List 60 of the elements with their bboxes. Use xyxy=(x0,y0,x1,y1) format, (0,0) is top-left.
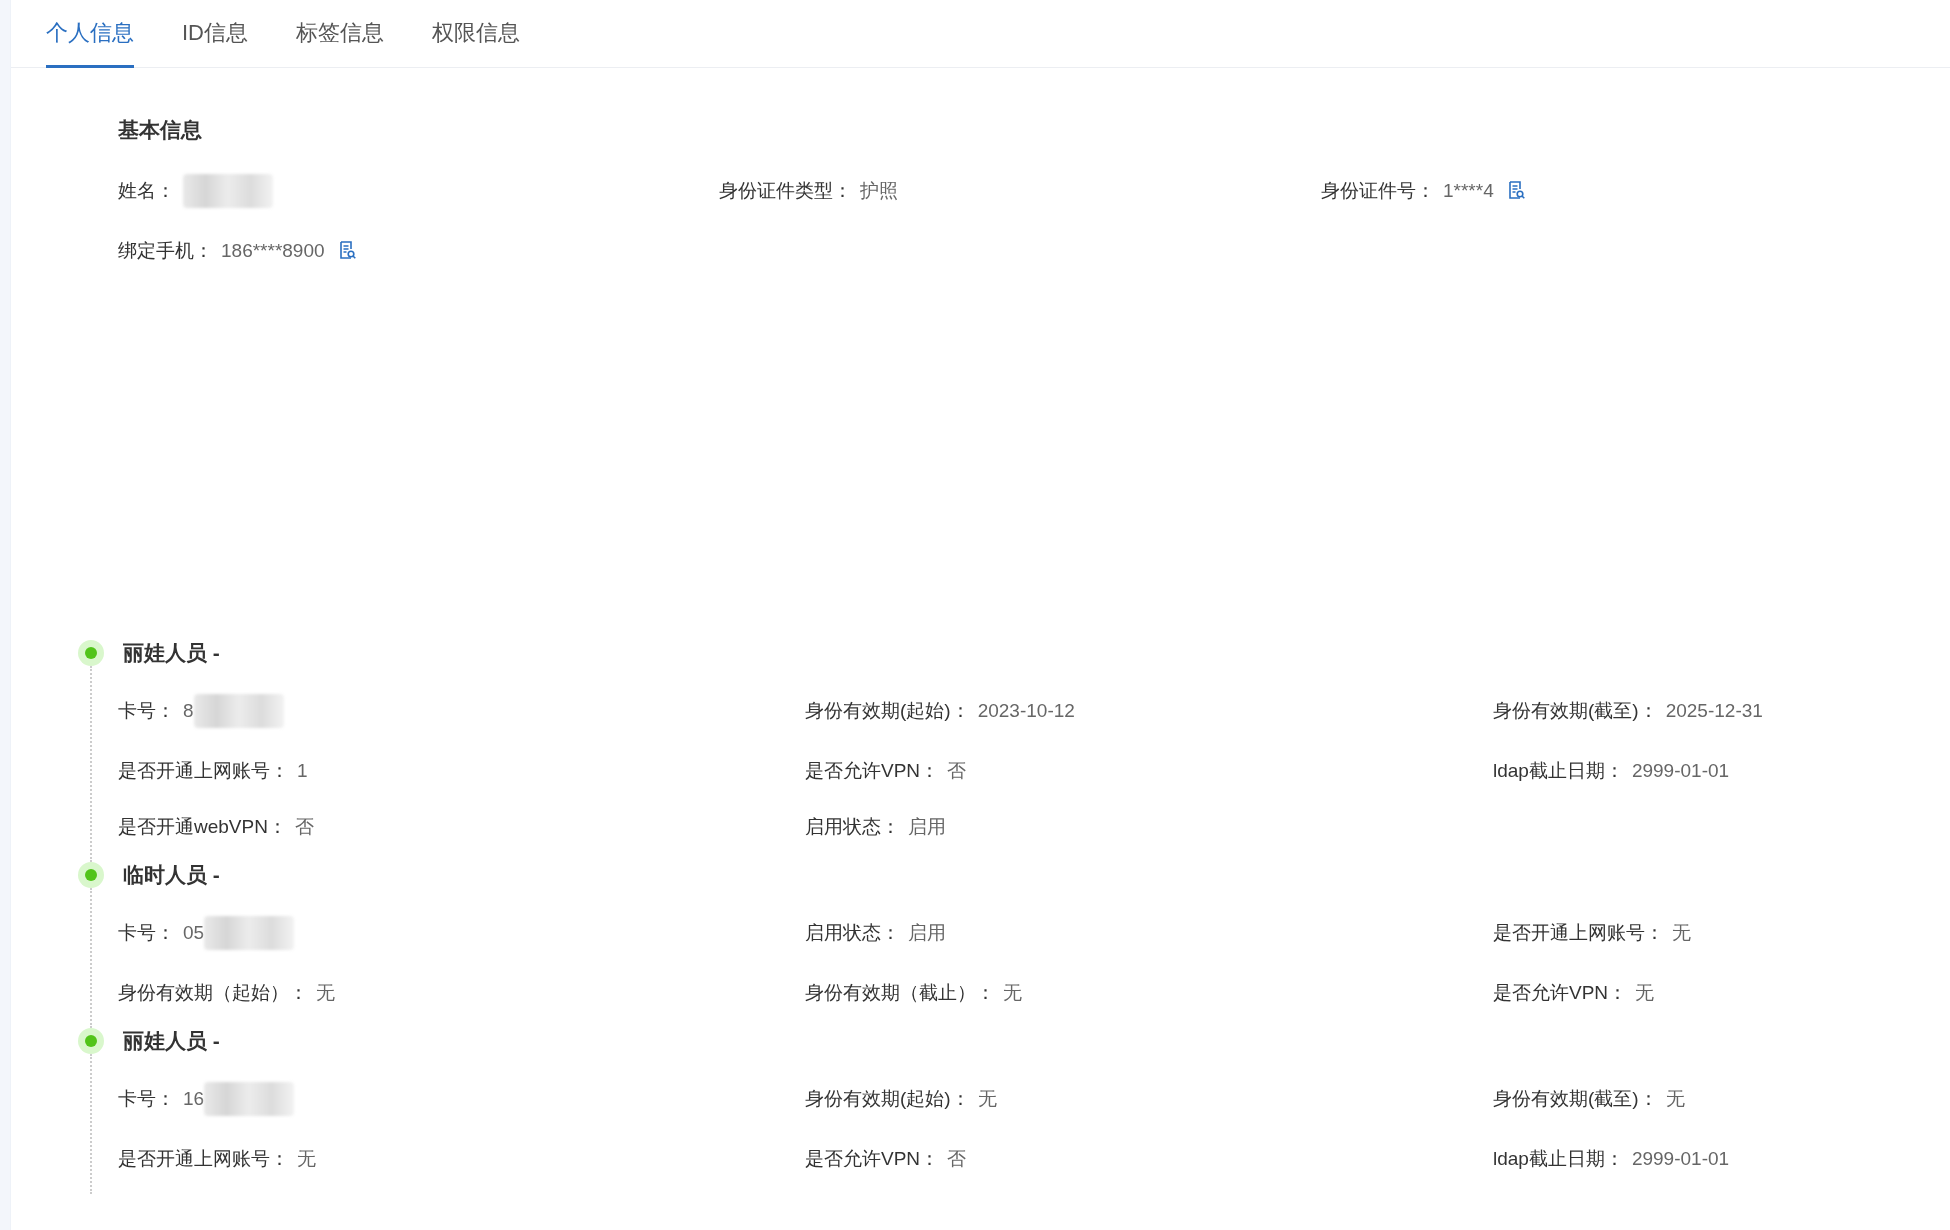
document-search-icon[interactable] xyxy=(338,241,356,260)
field-value: 无 xyxy=(316,980,335,1005)
field-value: 无 xyxy=(1672,920,1691,945)
group-title: 临时人员 - xyxy=(123,861,220,888)
field-value: 2023-10-12 xyxy=(977,698,1075,723)
field-label: 身份有效期(截至)： xyxy=(1493,1086,1658,1111)
field-label: 身份有效期(截至)： xyxy=(1493,698,1658,723)
field-value: 16 xyxy=(183,1086,205,1111)
timeline-dot xyxy=(78,861,104,888)
field-value: 否 xyxy=(294,814,314,839)
document-search-icon[interactable] xyxy=(1507,181,1525,200)
field-label: 身份证件类型： xyxy=(719,178,852,203)
field-value: 无 xyxy=(977,1086,997,1111)
field-label: 是否允许VPN： xyxy=(805,758,940,783)
field-label: 是否开通上网账号： xyxy=(1493,920,1664,945)
field-value: 2999-01-01 xyxy=(1631,758,1730,783)
field-label: 身份有效期（截止）： xyxy=(805,980,995,1005)
field-label: ldap截止日期： xyxy=(1493,758,1624,783)
field-label: 是否允许VPN： xyxy=(1493,980,1628,1005)
field-value: 否 xyxy=(947,1146,967,1171)
field-value: 启用 xyxy=(908,814,946,839)
field-value: 2999-01-01 xyxy=(1631,1146,1730,1171)
field-label: 卡号： xyxy=(118,1086,175,1111)
field-value: 1 xyxy=(297,758,308,783)
timeline-dot xyxy=(78,1027,104,1054)
group-title: 丽娃人员 - xyxy=(123,1027,220,1054)
field-label: 身份有效期(起始)： xyxy=(805,1086,970,1111)
field-label: 绑定手机： xyxy=(118,238,213,263)
field-value: 186****8900 xyxy=(221,238,325,263)
timeline-dot xyxy=(78,639,104,666)
field-value: 2025-12-31 xyxy=(1665,698,1763,723)
tab[interactable]: ID信息 xyxy=(182,0,248,68)
field-label: 身份有效期(起始)： xyxy=(805,698,970,723)
field-label: 启用状态： xyxy=(805,920,900,945)
field-label: 是否开通上网账号： xyxy=(118,758,289,783)
field-label: 卡号： xyxy=(118,698,175,723)
field-value: 否 xyxy=(947,758,967,783)
field-value: 无 xyxy=(1635,980,1655,1005)
group-title: 丽娃人员 - xyxy=(123,639,220,666)
field-value: 无 xyxy=(1003,980,1022,1005)
field-label: 是否开通上网账号： xyxy=(118,1146,289,1171)
field-label: 身份有效期（起始）： xyxy=(118,980,308,1005)
field-value: 启用 xyxy=(908,920,946,945)
tab[interactable]: 个人信息 xyxy=(46,0,134,68)
field-label: 卡号： xyxy=(118,920,175,945)
field-value: 05 xyxy=(183,920,205,945)
field-label: 身份证件号： xyxy=(1321,178,1435,203)
field-label: 姓名： xyxy=(118,178,175,203)
field-value: 8 xyxy=(183,698,194,723)
field-label: ldap截止日期： xyxy=(1493,1146,1624,1171)
tab[interactable]: 权限信息 xyxy=(432,0,520,68)
field-value: 护照 xyxy=(860,178,898,203)
tab[interactable]: 标签信息 xyxy=(296,0,384,68)
field-value: 无 xyxy=(297,1146,316,1171)
field-value: 1****4 xyxy=(1443,178,1494,203)
field-label: 是否允许VPN： xyxy=(805,1146,940,1171)
field-value: 无 xyxy=(1665,1086,1685,1111)
section-title: 基本信息 xyxy=(118,117,203,143)
field-label: 是否开通webVPN： xyxy=(118,814,287,839)
field-label: 启用状态： xyxy=(805,814,900,839)
